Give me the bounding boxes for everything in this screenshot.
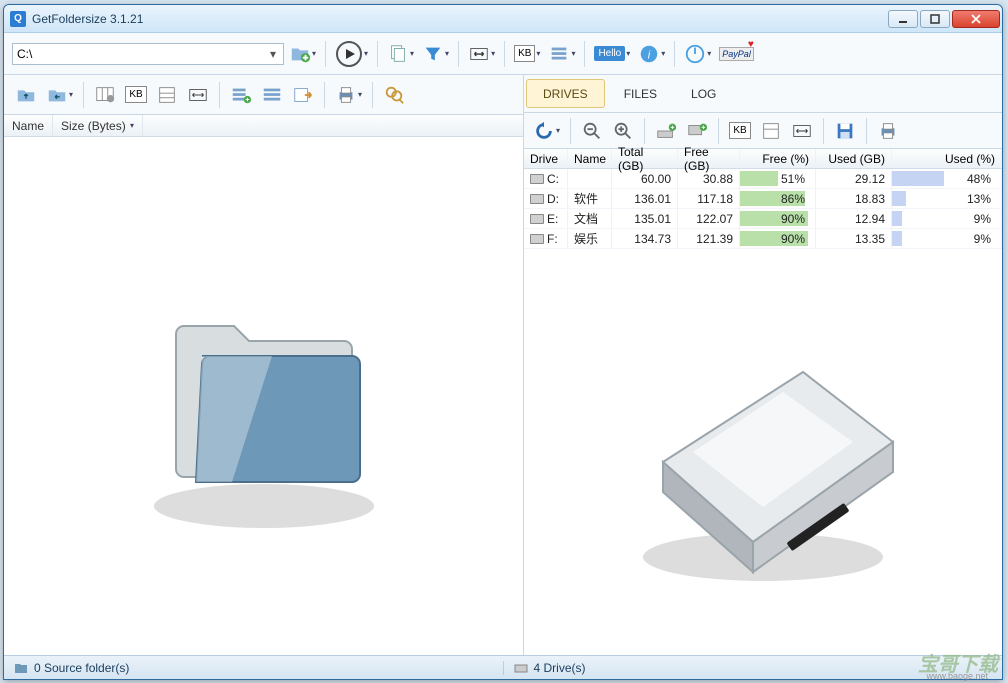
fit-button[interactable] [788, 117, 816, 145]
info-button[interactable]: i▾ [635, 40, 668, 68]
watermark-url: www.baoge.net [926, 671, 988, 681]
close-button[interactable] [952, 10, 1000, 28]
kb-button-3[interactable]: KB [726, 117, 754, 145]
list-options-button[interactable]: ▾ [545, 40, 578, 68]
app-window: Q GetFoldersize 3.1.21 ▾ ▾ ▾ ▾ ▾ ▾ KB▾ ▾… [3, 4, 1003, 680]
disk-icon [530, 194, 544, 204]
col-name[interactable]: Name [4, 115, 53, 136]
tab-files[interactable]: FILES [607, 75, 674, 112]
path-combobox[interactable]: ▾ [12, 43, 284, 65]
content-area: ▾ KB ▾ Name Size (Bytes) ▾ [4, 75, 1002, 655]
drive-icon [514, 662, 528, 674]
power-button[interactable]: ▾ [681, 40, 714, 68]
table-row[interactable]: C:60.0030.8851%29.1248% [524, 169, 1002, 189]
zoom-in-button[interactable] [609, 117, 637, 145]
table-row[interactable]: E:文档135.01122.0790%12.949% [524, 209, 1002, 229]
maximize-button[interactable] [920, 10, 950, 28]
drive-illustration [603, 312, 923, 592]
scan-button[interactable]: ▾ [332, 40, 371, 68]
tab-log[interactable]: LOG [674, 75, 733, 112]
zoom-out-button[interactable] [578, 117, 606, 145]
print-button[interactable]: ▾ [332, 81, 365, 109]
hdr-free[interactable]: Free (GB) [678, 149, 740, 168]
disk-icon [530, 234, 544, 244]
hdr-total[interactable]: Total (GB) [612, 149, 678, 168]
add-folder-button[interactable]: ▾ [286, 40, 319, 68]
columns-config-button[interactable] [91, 81, 119, 109]
paypal-button[interactable]: PayPal♥ [716, 40, 757, 68]
statusbar: 0 Source folder(s) 4 Drive(s) [4, 655, 1002, 679]
chevron-down-icon[interactable]: ▾ [267, 47, 279, 61]
search-button[interactable] [380, 81, 408, 109]
list-add-button[interactable] [227, 81, 255, 109]
grid-button[interactable] [757, 117, 785, 145]
fit-width-button[interactable] [184, 81, 212, 109]
folder-back-button[interactable]: ▾ [43, 81, 76, 109]
hdr-usedp[interactable]: Used (%) [892, 149, 1002, 168]
size-unit-button[interactable]: KB▾ [511, 40, 543, 68]
status-right-text: 4 Drive(s) [534, 661, 586, 675]
app-title: GetFoldersize 3.1.21 [32, 12, 888, 26]
filter-button[interactable]: ▾ [419, 40, 452, 68]
add-network-button[interactable] [683, 117, 711, 145]
folder-icon [14, 662, 28, 674]
export-list-button[interactable] [289, 81, 317, 109]
path-input[interactable] [17, 47, 267, 61]
copy-button[interactable]: ▾ [384, 40, 417, 68]
app-icon: Q [10, 11, 26, 27]
disk-icon [530, 214, 544, 224]
minimize-button[interactable] [888, 10, 918, 28]
expand-horizontal-button[interactable]: ▾ [465, 40, 498, 68]
grid-lines-button[interactable] [153, 81, 181, 109]
hello-button[interactable]: Hello▾ [591, 40, 633, 68]
left-pane: ▾ KB ▾ Name Size (Bytes) ▾ [4, 75, 524, 655]
folder-up-button[interactable] [12, 81, 40, 109]
right-toolbar: ▾ KB [524, 113, 1002, 149]
hdr-freep[interactable]: Free (%) [740, 149, 816, 168]
refresh-button[interactable]: ▾ [530, 117, 563, 145]
save-button[interactable] [831, 117, 859, 145]
disk-icon [530, 174, 544, 184]
status-left-text: 0 Source folder(s) [34, 661, 129, 675]
tab-drives[interactable]: DRIVES [526, 79, 605, 108]
left-column-header: Name Size (Bytes) ▾ [4, 115, 523, 137]
table-row[interactable]: D:软件136.01117.1886%18.8313% [524, 189, 1002, 209]
left-toolbar: ▾ KB ▾ [4, 75, 523, 115]
drive-header: Drive Name Total (GB) Free (GB) Free (%)… [524, 149, 1002, 169]
tabs: DRIVES FILES LOG [524, 75, 1002, 113]
right-pane: DRIVES FILES LOG ▾ KB [524, 75, 1002, 655]
status-left: 0 Source folder(s) [4, 661, 503, 675]
list-view-button[interactable] [258, 81, 286, 109]
folder-illustration [114, 256, 414, 536]
main-toolbar: ▾ ▾ ▾ ▾ ▾ ▾ KB▾ ▾ Hello▾ i▾ ▾ PayPal♥ [4, 33, 1002, 75]
hdr-drive[interactable]: Drive [524, 149, 568, 168]
add-drive-button[interactable] [652, 117, 680, 145]
drive-rows: C:60.0030.8851%29.1248%D:软件136.01117.188… [524, 169, 1002, 249]
left-image-area [4, 137, 523, 655]
col-size[interactable]: Size (Bytes) ▾ [53, 115, 143, 136]
titlebar[interactable]: Q GetFoldersize 3.1.21 [4, 5, 1002, 33]
table-row[interactable]: F:娱乐134.73121.3990%13.359% [524, 229, 1002, 249]
hdr-used[interactable]: Used (GB) [816, 149, 892, 168]
kb-button-2[interactable]: KB [122, 81, 150, 109]
print-button-2[interactable] [874, 117, 902, 145]
right-image-area [524, 249, 1002, 655]
hdr-name[interactable]: Name [568, 149, 612, 168]
